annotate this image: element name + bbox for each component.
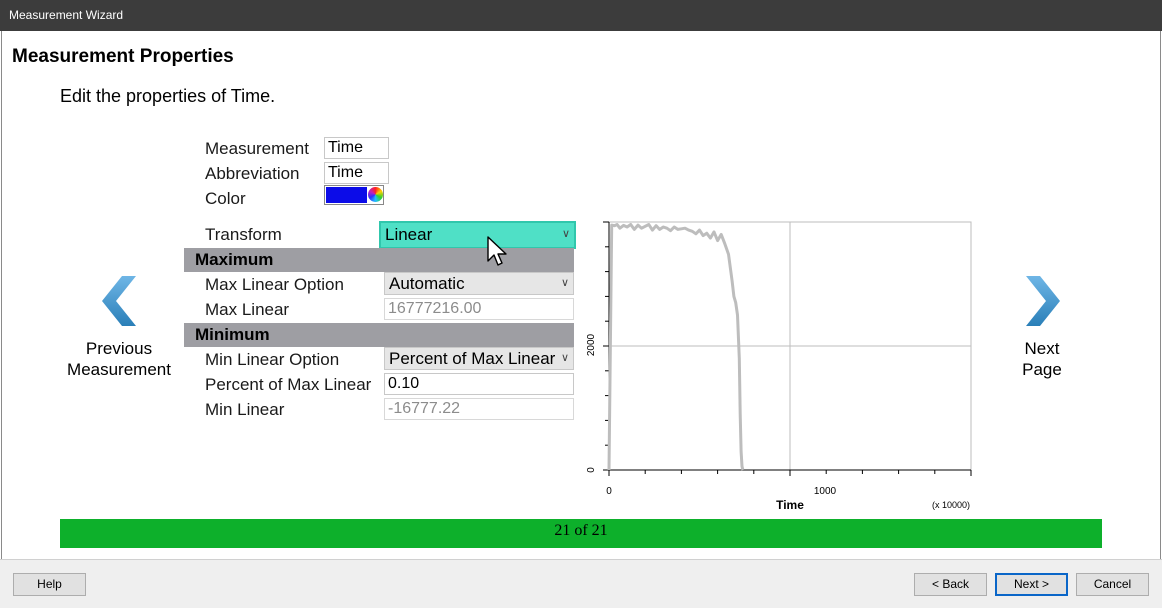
abbreviation-field[interactable]: Time <box>324 162 389 184</box>
max-linear-option-label: Max Linear Option <box>205 275 344 294</box>
progress-bar: 21 of 21 <box>60 519 1102 548</box>
window-title: Measurement Wizard <box>0 0 1162 31</box>
next-button[interactable]: Next > <box>995 573 1068 596</box>
next-page-button[interactable]: Next Page <box>1002 338 1082 380</box>
previous-measurement-button[interactable]: Previous Measurement <box>60 338 178 380</box>
next-label-line2: Page <box>1022 360 1062 379</box>
color-picker[interactable] <box>324 185 384 205</box>
chevron-down-icon: ∨ <box>561 228 570 240</box>
measurement-field[interactable]: Time <box>324 137 389 159</box>
time-histogram-chart: 0 2000 0 1000 Time (x 10000) <box>586 221 972 512</box>
y-tick-label: 0 <box>586 467 597 473</box>
help-button[interactable]: Help <box>13 573 86 596</box>
percent-of-max-linear-label: Percent of Max Linear <box>205 375 372 394</box>
max-linear-field: 16777216.00 <box>384 298 574 320</box>
chevron-down-icon: ∨ <box>560 352 569 364</box>
transform-label: Transform <box>205 225 282 244</box>
x-axis-label: Time <box>776 498 804 512</box>
previous-arrow-icon[interactable] <box>96 274 142 328</box>
max-linear-option-dropdown[interactable]: Automatic ∨ <box>384 272 574 295</box>
min-linear-option-dropdown[interactable]: Percent of Max Linear ∨ <box>384 347 574 370</box>
back-button[interactable]: < Back <box>914 573 987 596</box>
y-tick-label: 2000 <box>586 333 597 356</box>
min-linear-label: Min Linear <box>205 400 285 419</box>
min-linear-option-label: Min Linear Option <box>205 350 340 369</box>
previous-label-line2: Measurement <box>67 360 171 379</box>
color-swatch <box>326 187 367 203</box>
percent-of-max-linear-field[interactable]: 0.10 <box>384 373 574 395</box>
previous-label-line1: Previous <box>85 339 153 358</box>
minimum-section-header: Minimum <box>184 323 574 347</box>
color-label: Color <box>205 189 246 208</box>
x-multiplier-label: (x 10000) <box>932 500 970 510</box>
measurement-wizard-window: Measurement Wizard Measurement Propertie… <box>0 0 1162 608</box>
progress-label: 21 of 21 <box>554 522 608 539</box>
abbreviation-label: Abbreviation <box>205 164 300 183</box>
transform-dropdown[interactable]: Linear ∨ <box>379 221 576 249</box>
measurement-label: Measurement <box>205 139 309 158</box>
page-title: Measurement Properties <box>12 46 234 67</box>
footer-bar: Help < Back Next > Cancel <box>0 559 1162 608</box>
mouse-cursor-icon <box>487 236 507 266</box>
next-label-line1: Next <box>1024 339 1060 358</box>
color-wheel-icon[interactable] <box>368 187 383 202</box>
maximum-section-header: Maximum <box>184 248 574 272</box>
next-arrow-icon[interactable] <box>1020 274 1066 328</box>
min-linear-field: -16777.22 <box>384 398 574 420</box>
transform-value: Linear <box>385 225 433 244</box>
min-linear-option-value: Percent of Max Linear <box>389 349 556 368</box>
page-subtitle: Edit the properties of Time. <box>60 86 276 106</box>
x-tick-label: 1000 <box>814 486 837 497</box>
cancel-button[interactable]: Cancel <box>1076 573 1149 596</box>
chevron-down-icon: ∨ <box>560 277 569 289</box>
x-tick-label: 0 <box>606 486 612 497</box>
max-linear-option-value: Automatic <box>389 274 465 293</box>
max-linear-label: Max Linear <box>205 300 290 319</box>
